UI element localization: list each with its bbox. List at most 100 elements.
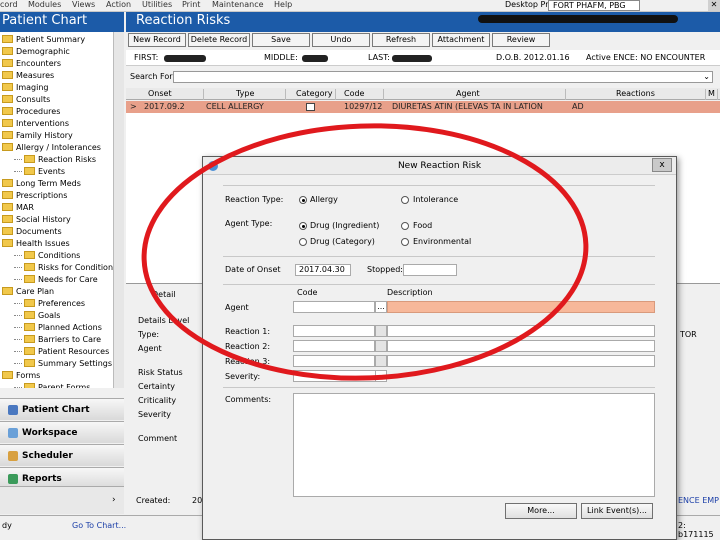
menu-maintenance[interactable]: Maintenance xyxy=(212,0,264,9)
new-record-button[interactable]: New Record xyxy=(128,33,186,47)
comments-textarea[interactable] xyxy=(293,393,655,497)
table-row[interactable]: > 2017.09.2 CELL ALLERGY 10297/12 DIURET… xyxy=(126,101,720,113)
folder-icon xyxy=(2,143,13,151)
tree-item[interactable]: Prescriptions xyxy=(2,189,67,201)
folder-icon xyxy=(2,131,13,139)
patient-banner: FIRST: MIDDLE: LAST: D.O.B. 2012.01.16 A… xyxy=(126,50,720,66)
tree-item-label: Summary Settings xyxy=(38,358,113,368)
tree-item-label: Demographic xyxy=(16,46,70,56)
nav-workspace[interactable]: Workspace xyxy=(0,421,124,443)
tree-item[interactable]: Goals xyxy=(14,309,60,321)
tree-item-label: Conditions xyxy=(38,250,81,260)
tree-item[interactable]: Family History xyxy=(2,129,73,141)
tree-item[interactable]: Measures xyxy=(2,69,54,81)
nav-scheduler[interactable]: Scheduler xyxy=(0,444,124,466)
tree-item[interactable]: Conditions xyxy=(14,249,80,261)
tree-connector xyxy=(14,350,22,352)
col-code[interactable]: Code xyxy=(344,89,384,100)
annotation-ellipse xyxy=(141,123,589,381)
tree-item-label: Parent Forms xyxy=(38,382,91,389)
tree-item[interactable]: Documents xyxy=(2,225,62,237)
tree-item[interactable]: Patient Summary xyxy=(2,33,85,45)
chevron-right-icon[interactable]: › xyxy=(112,495,116,505)
folder-icon xyxy=(24,299,35,307)
tree-item[interactable]: Social History xyxy=(2,213,71,225)
tree-item[interactable]: MAR xyxy=(2,201,34,213)
refresh-button[interactable]: Refresh xyxy=(372,33,430,47)
tree-item-label: Documents xyxy=(16,226,62,236)
menu-modules[interactable]: Modules xyxy=(28,0,61,9)
redacted-middle-name xyxy=(302,55,328,62)
col-onset[interactable]: Onset xyxy=(148,89,204,100)
col-type[interactable]: Type xyxy=(236,89,286,100)
tree-item[interactable]: Reaction Risks xyxy=(14,153,96,165)
tree-item[interactable]: Preferences xyxy=(14,297,85,309)
folder-icon xyxy=(2,83,13,91)
tree-item-label: Preferences xyxy=(38,298,86,308)
provider-select[interactable]: FORT PHAFM, PBG xyxy=(548,0,640,11)
tree-item[interactable]: Summary Settings xyxy=(14,357,112,369)
tree-item[interactable]: Needs for Care xyxy=(14,273,98,285)
tree-item[interactable]: Parent Forms xyxy=(14,381,90,388)
window-close-icon[interactable]: ✕ xyxy=(708,0,720,11)
tree-item[interactable]: Forms xyxy=(2,369,40,381)
tree-item[interactable]: Planned Actions xyxy=(14,321,102,333)
col-m[interactable]: M xyxy=(708,89,718,100)
tree-item[interactable]: Interventions xyxy=(2,117,69,129)
more-button[interactable]: More... xyxy=(505,503,577,519)
menu-action[interactable]: Action xyxy=(106,0,131,9)
chevron-down-icon[interactable]: ⌄ xyxy=(703,72,710,81)
tree-connector xyxy=(14,158,22,160)
attachment-button[interactable]: Attachment xyxy=(432,33,490,47)
category-checkbox[interactable] xyxy=(306,103,315,111)
folder-icon xyxy=(2,179,13,187)
col-category[interactable]: Category xyxy=(296,89,336,100)
encounter-employee-text: ENCE EMP xyxy=(678,496,720,505)
tree-item[interactable]: Procedures xyxy=(2,105,60,117)
tree-item-label: Forms xyxy=(16,370,41,380)
menu-utilities[interactable]: Utilities xyxy=(142,0,172,9)
tree-item[interactable]: Events xyxy=(14,165,65,177)
tree-item[interactable]: Barriers to Care xyxy=(14,333,101,345)
go-to-chart-link[interactable]: Go To Chart... xyxy=(72,521,126,530)
last-name-label: LAST: xyxy=(368,53,390,62)
tree-item[interactable]: Encounters xyxy=(2,57,61,69)
search-for-input[interactable]: ⌄ xyxy=(173,71,713,83)
cell-type: CELL ALLERGY xyxy=(206,102,264,111)
save-button[interactable]: Save xyxy=(252,33,310,47)
dob-text: D.O.B. 2012.01.16 xyxy=(496,53,570,62)
encounter-text: Active ENCE: NO ENCOUNTER xyxy=(586,53,706,62)
tree-item[interactable]: Patient Resources xyxy=(14,345,109,357)
tree-item-label: Planned Actions xyxy=(38,322,102,332)
tree-connector xyxy=(14,302,22,304)
tree-item[interactable]: Demographic xyxy=(2,45,70,57)
tree-item[interactable]: Allergy / Intolerances xyxy=(2,141,101,153)
folder-icon xyxy=(24,311,35,319)
menu-views[interactable]: Views xyxy=(72,0,95,9)
tree-item-label: MAR xyxy=(16,202,34,212)
tree-item[interactable]: Consults xyxy=(2,93,50,105)
tree-item[interactable]: Health Issues xyxy=(2,237,70,249)
delete-record-button[interactable]: Delete Record xyxy=(188,33,250,47)
tree-item-label: Events xyxy=(38,166,66,176)
col-reactions[interactable]: Reactions xyxy=(616,89,706,100)
menu-help[interactable]: Help xyxy=(274,0,292,9)
menu-record[interactable]: cord xyxy=(0,0,18,9)
middle-name-label: MIDDLE: xyxy=(264,53,298,62)
cell-code: 10297/12 xyxy=(344,102,383,111)
review-button[interactable]: Review xyxy=(492,33,550,47)
menu-print[interactable]: Print xyxy=(182,0,200,9)
tree-connector xyxy=(14,254,22,256)
undo-button[interactable]: Undo xyxy=(312,33,370,47)
col-agent[interactable]: Agent xyxy=(456,89,566,100)
tree-item[interactable]: Care Plan xyxy=(2,285,54,297)
nav-patient-chart[interactable]: Patient Chart xyxy=(0,398,124,420)
tree-item[interactable]: Long Term Meds xyxy=(2,177,81,189)
close-button[interactable]: x xyxy=(652,158,672,172)
tree-item-label: Health Issues xyxy=(16,238,70,248)
nav-overflow[interactable]: › xyxy=(0,486,124,514)
link-events-button[interactable]: Link Event(s)... xyxy=(581,503,653,519)
tree-scrollbar[interactable] xyxy=(113,32,124,388)
tree-item[interactable]: Risks for Conditions xyxy=(14,261,117,273)
tree-item[interactable]: Imaging xyxy=(2,81,49,93)
